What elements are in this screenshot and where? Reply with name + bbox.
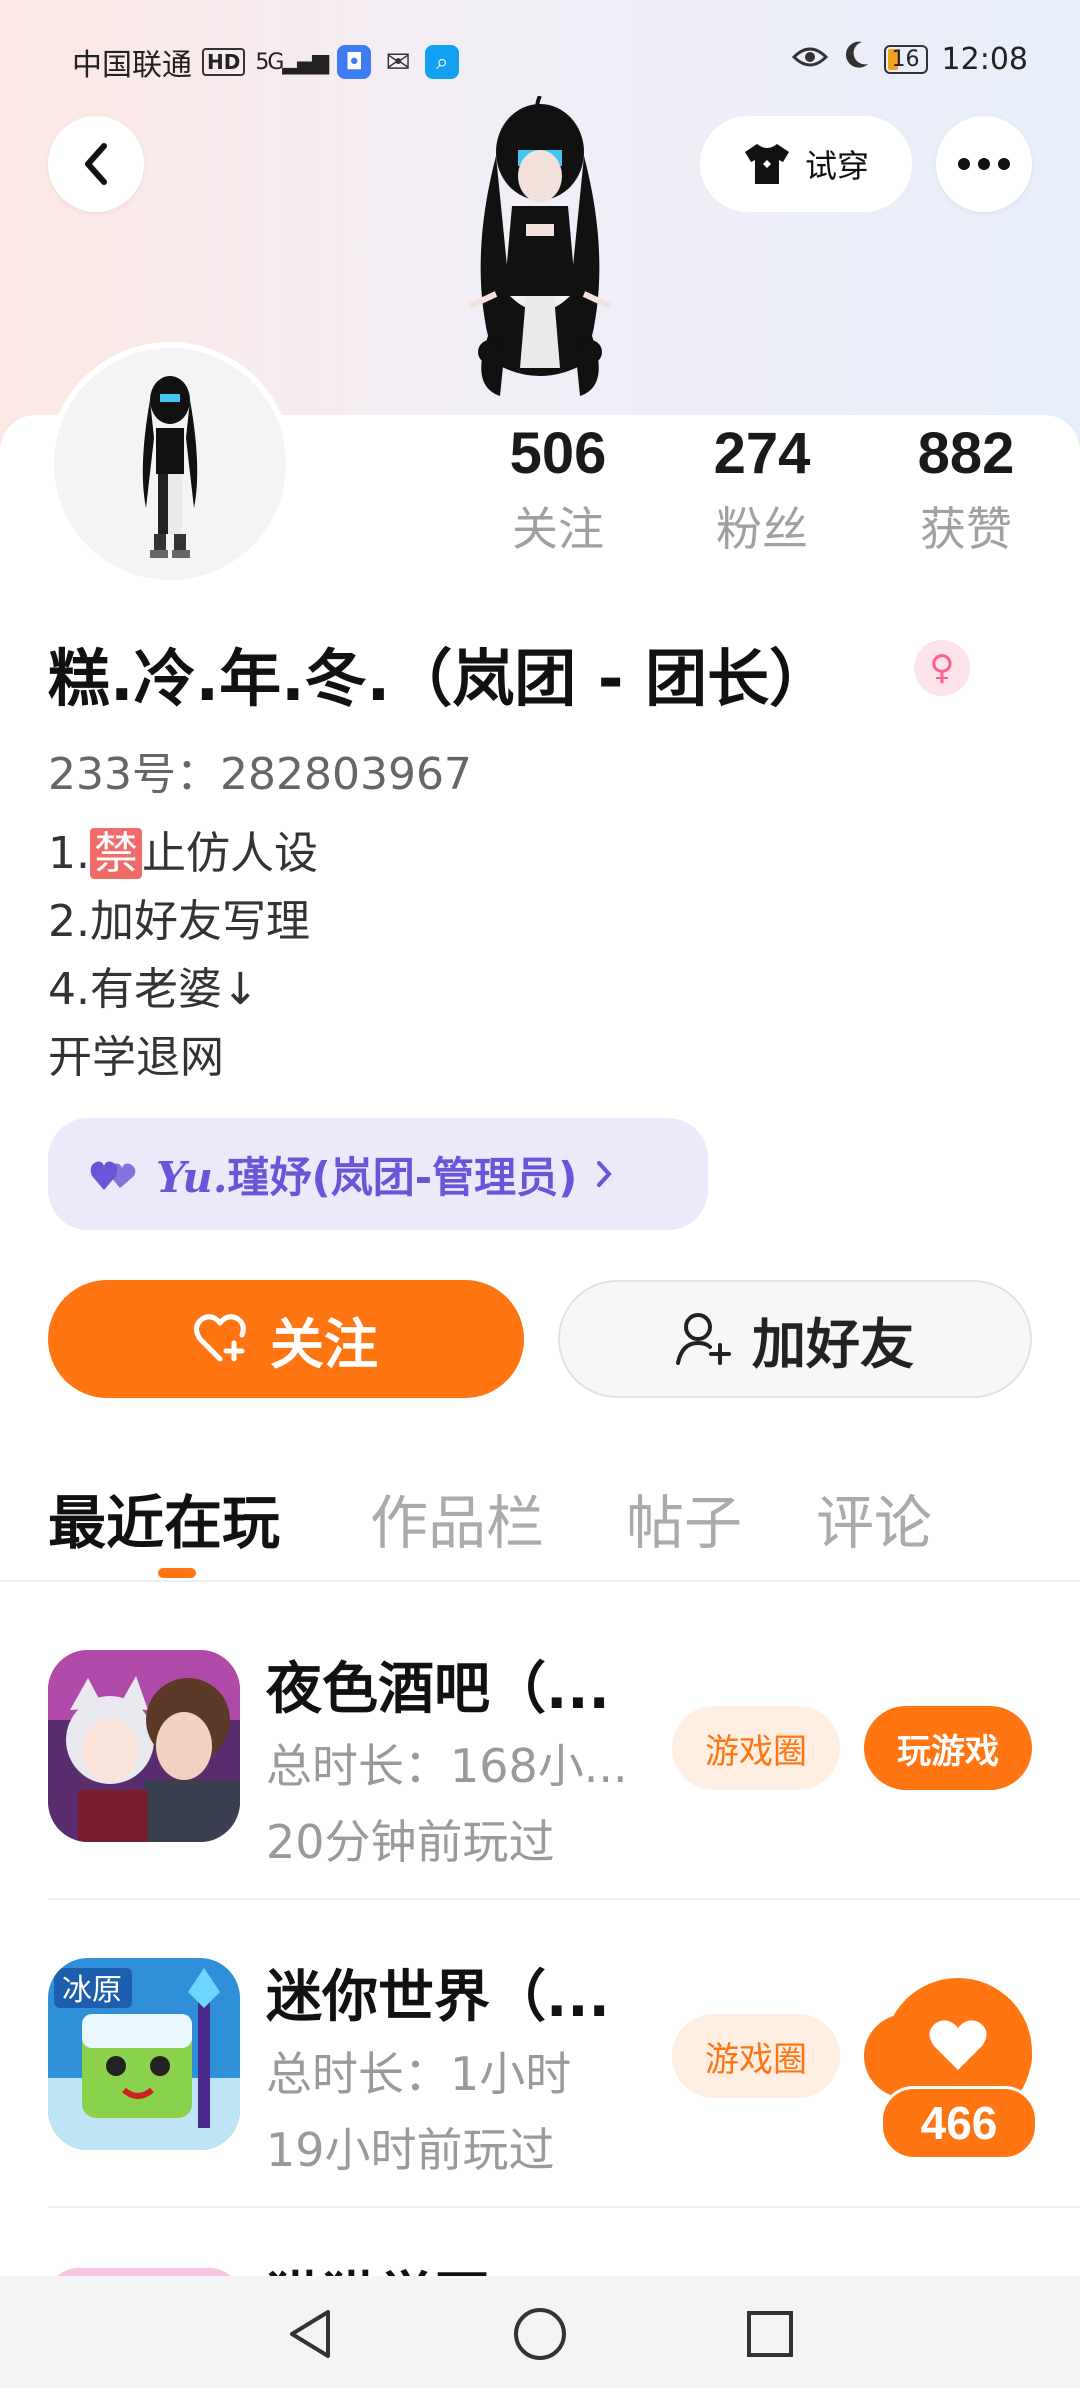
more-button[interactable] [936, 116, 1032, 212]
profile-bio: 1.禁止仿人设 2.加好友写理 4.有老婆↓ 开学退网 [48, 820, 318, 1092]
user-id[interactable]: 233号：282803967 [48, 738, 472, 802]
game-last-played: 19小时前玩过 [266, 2123, 555, 2177]
signal-icon: 5G▂▄▆ [255, 49, 329, 75]
try-on-label: 试穿 [804, 147, 869, 185]
bio-line-3: 4.有老婆↓ [48, 964, 259, 1015]
fans-label: 粉丝 [716, 502, 808, 556]
app-notification-icon: ◘ [337, 45, 372, 79]
eye-icon [791, 42, 828, 77]
following-label: 关注 [512, 502, 604, 556]
clock-time: 12:08 [941, 41, 1028, 77]
more-dots-icon [958, 158, 1010, 170]
game-icon-mini-world: 冰原 [48, 1958, 240, 2150]
bio-line-4: 开学退网 [48, 1032, 224, 1083]
likes-received-label: 获赞 [920, 502, 1012, 556]
search-app-icon: ⌕ [425, 45, 460, 79]
relation-text: 瑾妤(岚团-管理员) [227, 1152, 578, 1202]
tab-indicator [158, 1568, 196, 1578]
fans-count: 274 [713, 421, 811, 486]
try-on-button[interactable]: 试穿 [700, 116, 912, 212]
tshirt-icon [744, 144, 789, 184]
bio-line-2: 2.加好友写理 [48, 896, 310, 947]
row-divider [48, 1898, 1080, 1900]
carrier-label: 中国联通 [72, 48, 192, 83]
follow-button[interactable]: 关注 [48, 1280, 524, 1398]
game-circle-button[interactable]: 游戏圈 [672, 1706, 840, 1790]
chevron-left-icon [85, 143, 107, 185]
following-stat[interactable]: 506 关注 [478, 420, 638, 559]
game-title: 迷你世界（... [266, 1965, 610, 2030]
system-nav-bar [0, 2276, 1080, 2388]
avatar[interactable] [48, 342, 292, 586]
heart-plus-icon [194, 1314, 246, 1362]
likes-received-count: 882 [917, 421, 1015, 486]
game-icon-night-bar [48, 1650, 240, 1842]
add-friend-label: 加好友 [752, 1312, 914, 1376]
nav-home-button[interactable] [510, 2306, 570, 2362]
game-title: 夜色酒吧（... [266, 1657, 610, 1722]
female-gender-icon: ♀ [914, 640, 970, 696]
tab-comments[interactable]: 评论 [816, 1476, 932, 1560]
game-duration: 总时长：168小... [266, 1739, 628, 1793]
moon-icon [842, 40, 870, 78]
game-duration: 总时长：1小时 [266, 2047, 572, 2101]
svg-text:冰原: 冰原 [62, 1973, 122, 2008]
follow-label: 关注 [270, 1312, 378, 1376]
avatar-image [142, 376, 198, 558]
nav-recents-button[interactable] [740, 2306, 800, 2362]
like-count-badge: 466 [880, 2086, 1038, 2160]
heart-icon [929, 2020, 987, 2070]
circle-home-icon [514, 2308, 566, 2360]
game-last-played: 20分钟前玩过 [266, 1815, 555, 1869]
likes-stat[interactable]: 882 获赞 [886, 420, 1046, 559]
fans-stat[interactable]: 274 粉丝 [682, 420, 842, 559]
add-user-icon [676, 1313, 731, 1365]
nav-back-button[interactable] [280, 2306, 340, 2362]
battery-icon: 16 [883, 44, 928, 74]
ban-emoji-badge: 禁 [89, 828, 142, 879]
status-bar: 中国联通 HD 5G▂▄▆ ◘ ✉ ⌕ 16 12:08 [0, 40, 1080, 90]
relation-prefix: Yu. [156, 1152, 228, 1202]
tab-posts[interactable]: 帖子 [626, 1476, 742, 1560]
hd-icon: HD [202, 48, 246, 76]
profile-name: 糕.冷.年.冬.（岚团 - 团长） [48, 642, 832, 715]
tab-works[interactable]: 作品栏 [370, 1476, 544, 1560]
game-circle-button[interactable]: 游戏圈 [672, 2014, 840, 2098]
bio-line-1: 1.禁止仿人设 [48, 828, 318, 879]
row-divider [48, 2206, 1080, 2208]
double-heart-icon [90, 1161, 136, 1190]
play-game-button[interactable]: 玩游戏 [864, 1706, 1032, 1790]
relationship-badge[interactable]: Yu.瑾妤(岚团-管理员) [48, 1118, 708, 1230]
following-count: 506 [509, 421, 607, 486]
add-friend-button[interactable]: 加好友 [558, 1280, 1032, 1398]
avatar-figure-image [468, 96, 612, 396]
tabs-divider [0, 1580, 1080, 1582]
game-list-item[interactable]: 夜色酒吧（... 总时长：168小... 20分钟前玩过 游戏圈 玩游戏 [0, 1650, 1080, 1910]
wechat-icon: ✉ [385, 44, 411, 80]
back-button[interactable] [48, 116, 144, 212]
chevron-right-icon [597, 1161, 613, 1187]
square-recents-icon [747, 2311, 793, 2357]
triangle-back-icon [290, 2310, 330, 2358]
tab-recently-played[interactable]: 最近在玩 [48, 1476, 280, 1560]
